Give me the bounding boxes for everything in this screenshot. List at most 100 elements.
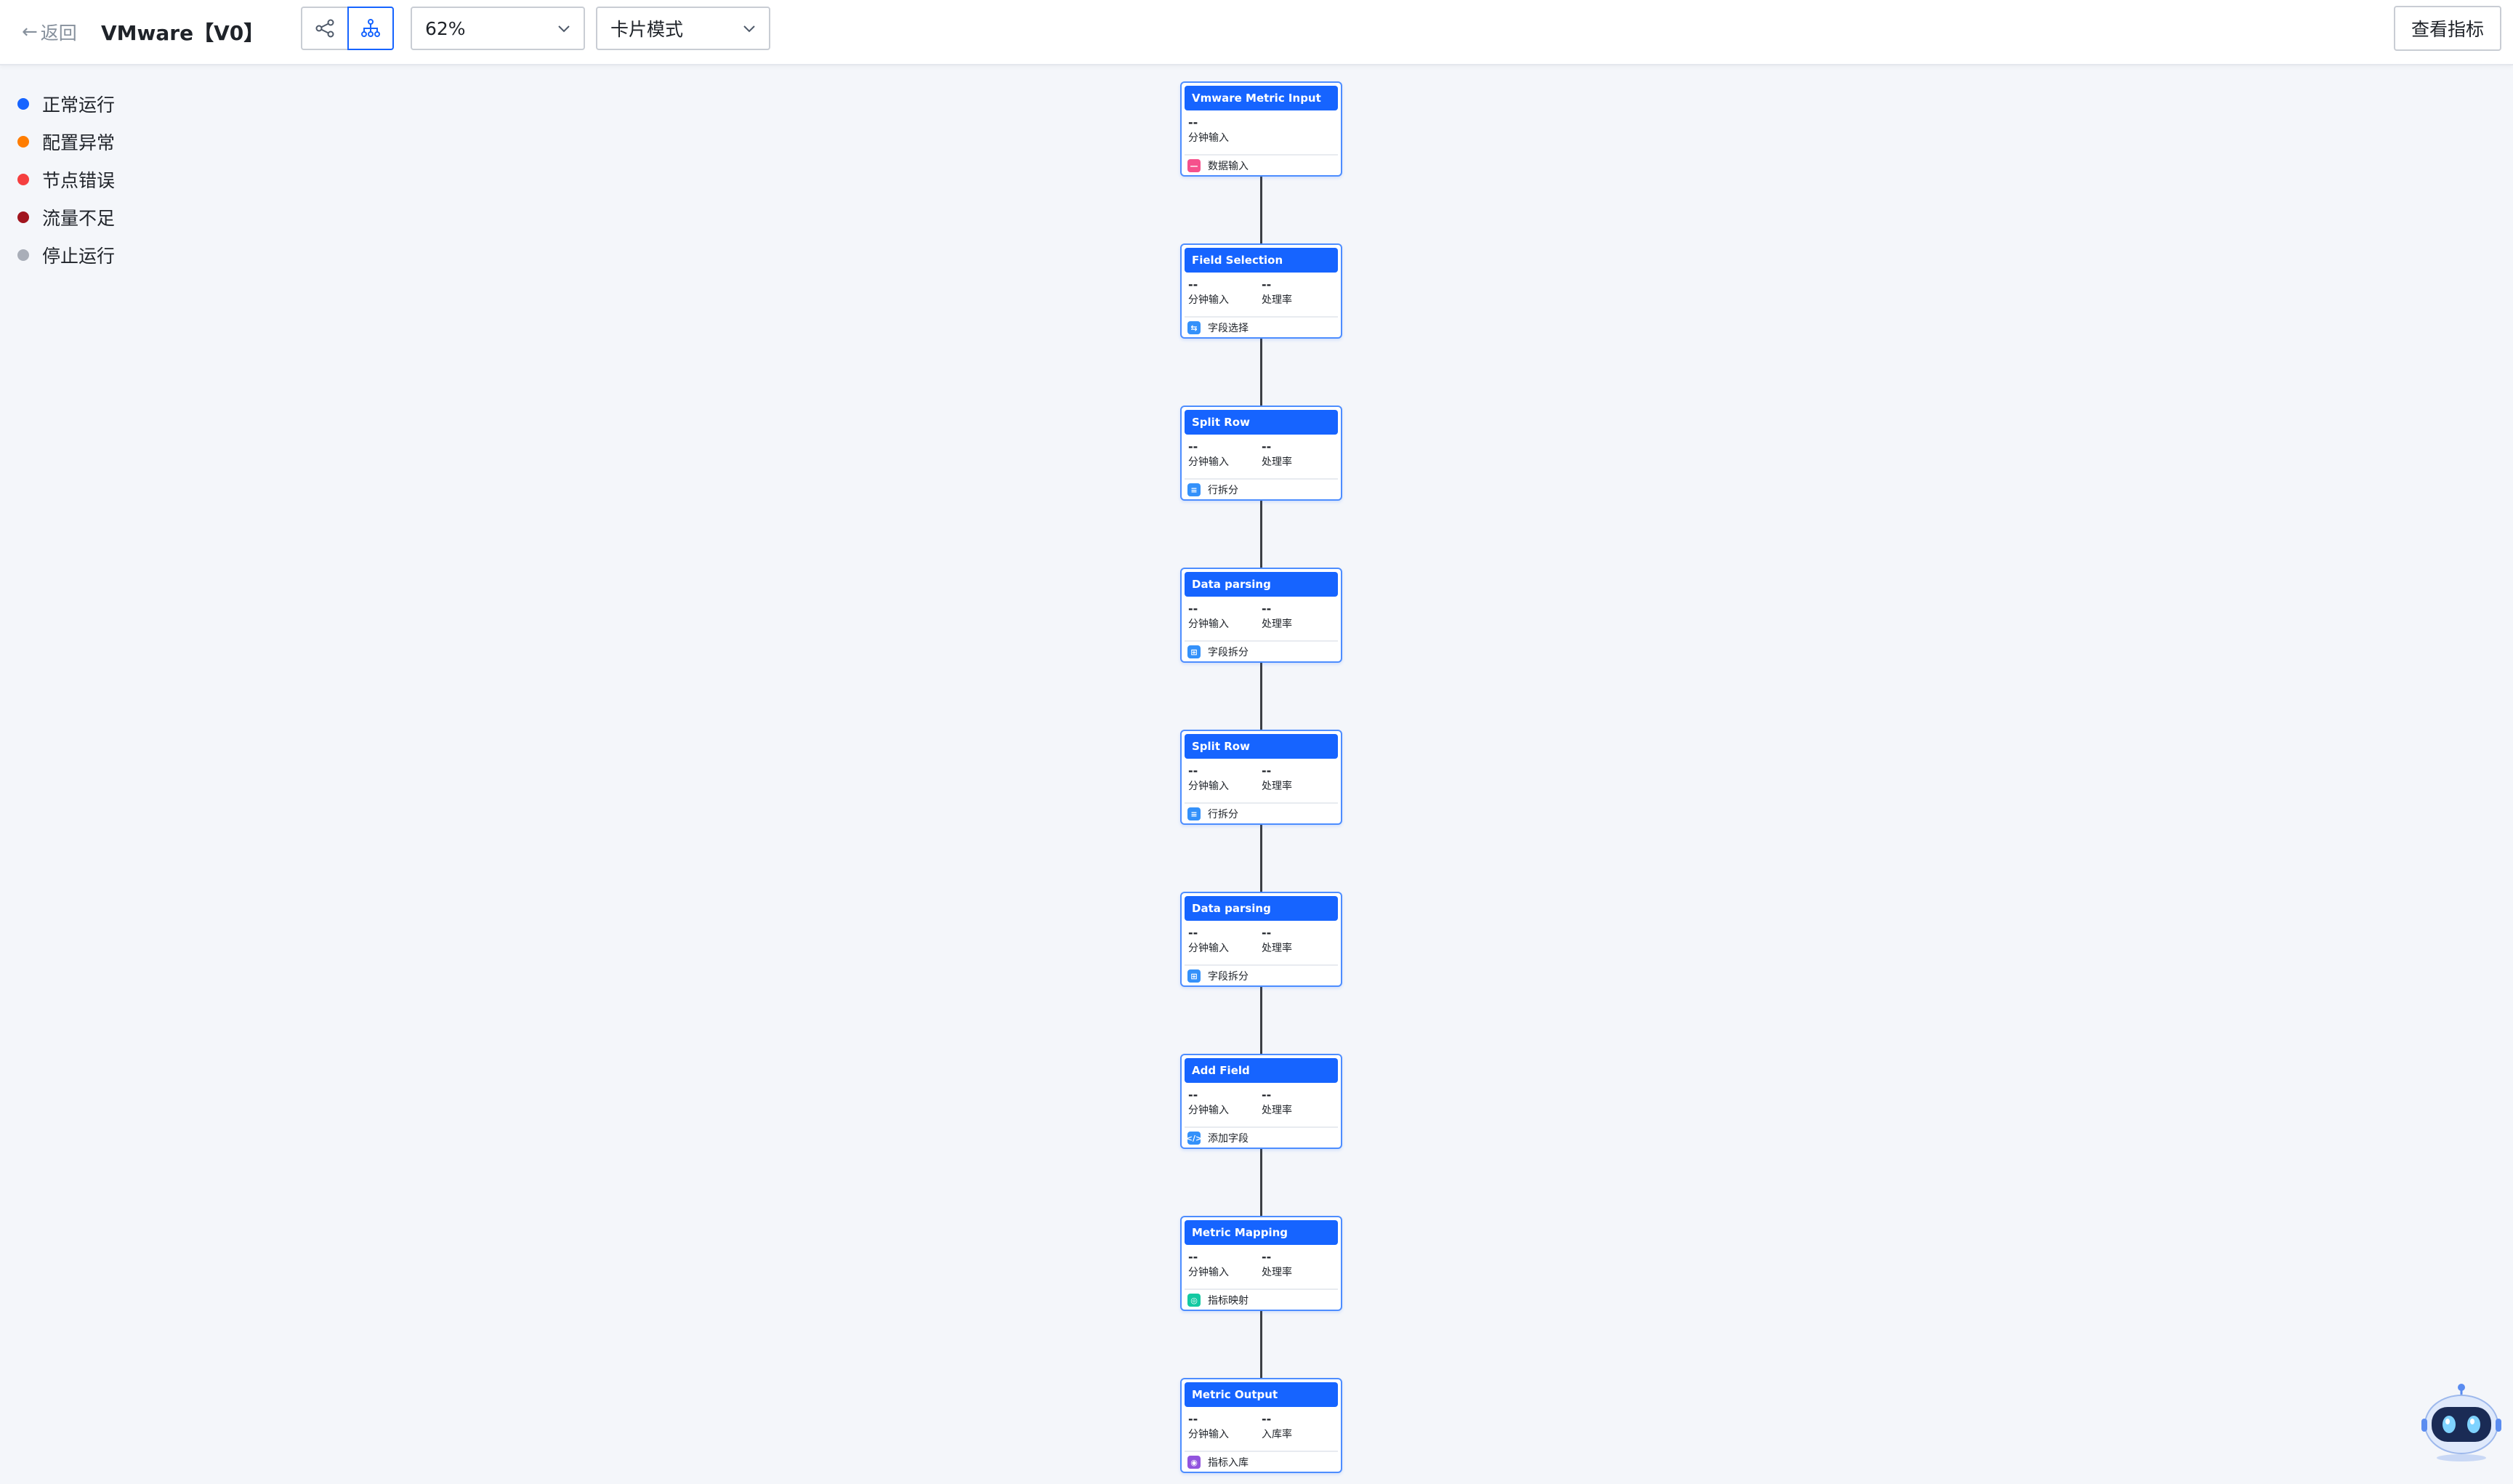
pipeline-connector: [1260, 825, 1262, 892]
metric-output-icon: ◉: [1187, 1456, 1201, 1469]
zoom-select[interactable]: 62%: [411, 7, 585, 50]
node-stat: -- 处理率: [1262, 440, 1292, 469]
pipeline-node[interactable]: Field Selection -- 分钟输入 -- 处理率 ⇆ 字段选择: [1180, 243, 1342, 339]
stat-value: --: [1262, 602, 1272, 616]
stat-label: 处理率: [1262, 781, 1292, 792]
stat-value: --: [1262, 926, 1272, 940]
stat-value: --: [1262, 764, 1272, 778]
stat-value: --: [1188, 926, 1198, 940]
stat-label: 处理率: [1262, 456, 1292, 468]
pipeline-node[interactable]: Split Row -- 分钟输入 -- 处理率 ≡ 行拆分: [1180, 730, 1342, 825]
node-type-label: 字段拆分: [1208, 971, 1249, 983]
stat-value: --: [1188, 602, 1198, 616]
node-title: Metric Mapping: [1185, 1220, 1338, 1245]
node-type-label: 字段选择: [1208, 323, 1249, 334]
node-type-label: 指标映射: [1208, 1295, 1249, 1307]
pipeline-node[interactable]: Split Row -- 分钟输入 -- 处理率 ≡ 行拆分: [1180, 406, 1342, 501]
pipeline-node[interactable]: Add Field -- 分钟输入 -- 处理率 </> 添加字段: [1180, 1054, 1342, 1149]
node-stat: -- 处理率: [1262, 765, 1292, 794]
pipeline-connector: [1260, 339, 1262, 406]
stat-value: --: [1188, 116, 1198, 129]
zoom-value: 62%: [425, 17, 466, 39]
node-stat: -- 分钟输入: [1188, 765, 1229, 794]
view-metrics-button[interactable]: 查看指标: [2394, 6, 2501, 51]
stat-label: 分钟输入: [1188, 1267, 1229, 1278]
split-row-icon: ≡: [1187, 807, 1201, 820]
stat-label: 处理率: [1262, 294, 1292, 306]
status-dot: [17, 98, 29, 110]
stat-label: 分钟输入: [1188, 1105, 1229, 1116]
back-button[interactable]: ← 返回: [22, 17, 77, 47]
data-input-icon: —: [1187, 159, 1201, 172]
pipeline-node[interactable]: Metric Output -- 分钟输入 -- 入库率 ◉ 指标入库: [1180, 1378, 1342, 1473]
pipeline-connector: [1260, 177, 1262, 243]
node-stat: -- 处理率: [1262, 278, 1292, 307]
node-stat: -- 分钟输入: [1188, 116, 1229, 145]
status-dot: [17, 174, 29, 185]
node-stat: -- 处理率: [1262, 1089, 1292, 1118]
stat-value: --: [1188, 1250, 1198, 1264]
node-title: Split Row: [1185, 410, 1338, 435]
stat-value: --: [1262, 440, 1272, 453]
legend-item-config-error: 配置异常: [17, 123, 115, 161]
stat-label: 分钟输入: [1188, 618, 1229, 630]
node-type-label: 行拆分: [1208, 485, 1238, 496]
stat-label: 处理率: [1262, 1267, 1292, 1278]
node-stat: -- 分钟输入: [1188, 278, 1229, 307]
node-type: </> 添加字段: [1185, 1126, 1338, 1148]
arrow-left-icon: ←: [22, 21, 38, 43]
legend-item-node-error: 节点错误: [17, 161, 115, 198]
stat-label: 分钟输入: [1188, 1429, 1229, 1440]
stat-label: 分钟输入: [1188, 456, 1229, 468]
add-field-icon: </>: [1186, 1132, 1202, 1145]
stat-value: --: [1262, 278, 1272, 291]
pipeline-node[interactable]: Metric Mapping -- 分钟输入 -- 处理率 ◎ 指标映射: [1180, 1216, 1342, 1311]
legend-label: 配置异常: [42, 132, 116, 153]
pipeline-connector: [1260, 501, 1262, 568]
legend-label: 正常运行: [42, 94, 116, 116]
metric-mapping-icon: ◎: [1187, 1294, 1201, 1307]
node-stat: -- 入库率: [1262, 1413, 1292, 1442]
pipeline-connector: [1260, 987, 1262, 1054]
node-stat: -- 分钟输入: [1188, 1251, 1229, 1280]
node-title: Metric Output: [1185, 1382, 1338, 1407]
share-graph-icon: [315, 19, 334, 38]
node-stat: -- 处理率: [1262, 927, 1292, 956]
node-title: Vmware Metric Input: [1185, 86, 1338, 110]
graph-view-button[interactable]: [301, 7, 347, 50]
field-split-icon: ⊞: [1187, 969, 1201, 983]
stat-label: 分钟输入: [1188, 943, 1229, 954]
field-select-icon: ⇆: [1187, 321, 1201, 334]
pipeline-node[interactable]: Data parsing -- 分钟输入 -- 处理率 ⊞ 字段拆分: [1180, 892, 1342, 987]
view-toggle: [301, 7, 394, 50]
node-stat: -- 分钟输入: [1188, 1089, 1229, 1118]
pipeline-node[interactable]: Data parsing -- 分钟输入 -- 处理率 ⊞ 字段拆分: [1180, 568, 1342, 663]
status-dot: [17, 249, 29, 261]
ai-assistant-button[interactable]: [2420, 1382, 2504, 1462]
node-title: Data parsing: [1185, 572, 1338, 597]
node-stat: -- 分钟输入: [1188, 440, 1229, 469]
node-stat: -- 处理率: [1262, 602, 1292, 632]
node-stat: -- 分钟输入: [1188, 602, 1229, 632]
pipeline-node[interactable]: Vmware Metric Input -- 分钟输入 — 数据输入: [1180, 81, 1342, 177]
chevron-down-icon: [558, 25, 570, 33]
node-type: — 数据输入: [1185, 154, 1338, 176]
node-type: ≡ 行拆分: [1185, 802, 1338, 824]
stat-value: --: [1188, 764, 1198, 778]
tree-view-button[interactable]: [347, 7, 394, 50]
display-mode-select[interactable]: 卡片模式: [596, 7, 770, 50]
status-legend: 正常运行 配置异常 节点错误 流量不足 停止运行: [17, 85, 115, 274]
node-type-label: 数据输入: [1208, 161, 1249, 172]
node-type: ⊞ 字段拆分: [1185, 964, 1338, 986]
legend-label: 流量不足: [42, 208, 116, 229]
pipeline-connector: [1260, 1149, 1262, 1216]
legend-label: 节点错误: [42, 170, 116, 191]
stat-label: 分钟输入: [1188, 294, 1229, 306]
pipeline-connector: [1260, 1311, 1262, 1378]
chevron-down-icon: [743, 25, 755, 33]
legend-item-low-traffic: 流量不足: [17, 198, 115, 236]
stat-value: --: [1188, 278, 1198, 291]
stat-label: 入库率: [1262, 1429, 1292, 1440]
node-type: ⊞ 字段拆分: [1185, 640, 1338, 662]
legend-item-stopped: 停止运行: [17, 236, 115, 274]
